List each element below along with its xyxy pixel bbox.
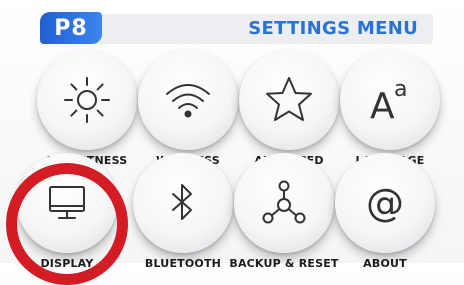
backup-reset-button[interactable] — [234, 153, 334, 253]
brightness-icon — [64, 77, 110, 123]
language-icon: A a — [370, 77, 407, 126]
at-sign-icon: @ — [366, 181, 404, 225]
page-title: SETTINGS MENU — [248, 18, 418, 39]
language-button[interactable]: A a — [340, 50, 440, 150]
advanced-button[interactable] — [239, 50, 339, 150]
svg-text:a: a — [394, 77, 407, 102]
brightness-button[interactable] — [37, 50, 137, 150]
bluetooth-button[interactable] — [133, 153, 233, 253]
bluetooth-icon — [172, 184, 192, 220]
star-icon — [266, 77, 312, 121]
svg-text:@: @ — [366, 181, 404, 225]
svg-text:A: A — [370, 86, 395, 126]
about-button[interactable]: @ — [335, 153, 435, 253]
backup-network-icon — [262, 180, 306, 224]
product-badge: P8 — [40, 12, 102, 44]
display-highlight-ring — [6, 163, 128, 285]
wireless-button[interactable] — [138, 50, 238, 150]
wifi-icon — [166, 84, 210, 118]
menu-item-label: ABOUT — [363, 257, 407, 270]
